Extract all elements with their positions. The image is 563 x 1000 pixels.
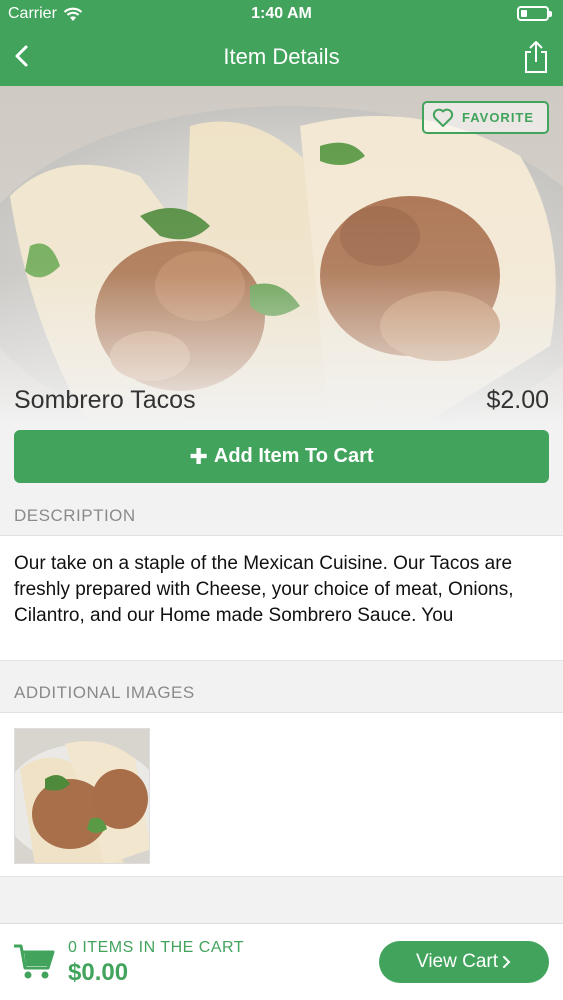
description-text: Our take on a staple of the Mexican Cuis… — [14, 553, 514, 626]
shopping-cart-icon[interactable] — [13, 942, 55, 982]
add-to-cart-label: Add Item To Cart — [213, 445, 374, 467]
view-cart-label: View Cart — [415, 951, 498, 972]
item-name: Sombrero Tacos — [14, 386, 196, 414]
cart-summary-bar: 0 ITEMS IN THE CART $0.00 View Cart — [0, 923, 563, 1000]
additional-images-section — [0, 712, 563, 877]
page-title: Item Details — [223, 44, 340, 69]
plus-icon: ✚ — [189, 443, 208, 469]
cart-total: $0.00 — [68, 959, 129, 986]
share-icon[interactable] — [521, 40, 551, 74]
description-heading: DESCRIPTION — [14, 506, 136, 525]
status-bar: Carrier 1:40 AM — [0, 0, 563, 28]
app-header: Carrier 1:40 AM Item Details — [0, 0, 563, 86]
description-section: Our take on a staple of the Mexican Cuis… — [0, 535, 563, 661]
item-hero-image — [0, 86, 563, 426]
cart-item-count: 0 ITEMS IN THE CART — [68, 939, 245, 956]
item-price: $2.00 — [486, 386, 549, 414]
favorite-label: FAVORITE — [462, 110, 535, 125]
heart-outline-icon — [432, 108, 454, 127]
add-to-cart-button[interactable]: ✚ Add Item To Cart — [14, 430, 549, 483]
additional-image-thumbnail[interactable] — [14, 728, 150, 864]
status-time: 1:40 AM — [251, 5, 312, 22]
battery-icon — [517, 6, 552, 21]
view-cart-button[interactable]: View Cart — [379, 941, 549, 983]
chevron-right-icon — [503, 956, 511, 968]
nav-bar: Item Details — [0, 28, 563, 86]
favorite-button[interactable]: FAVORITE — [422, 101, 549, 134]
additional-images-heading: ADDITIONAL IMAGES — [14, 683, 195, 702]
